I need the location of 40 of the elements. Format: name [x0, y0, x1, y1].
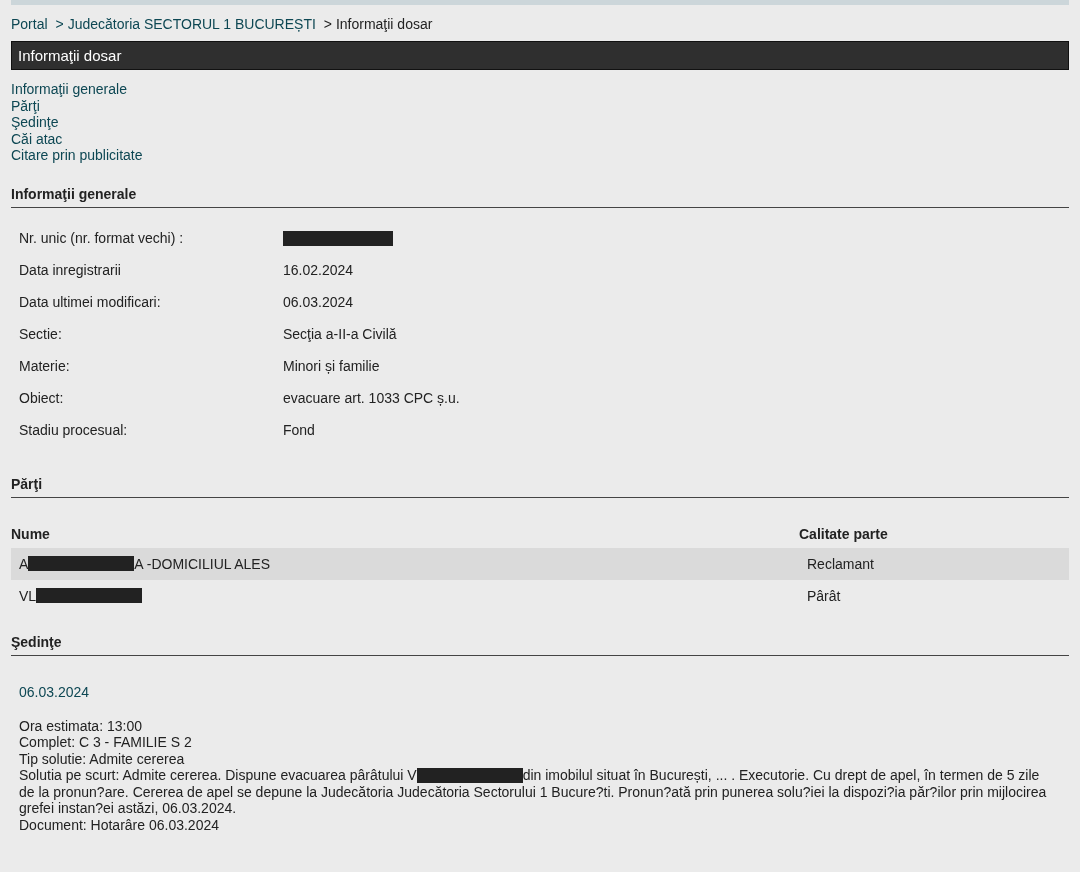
field-label: Data ultimei modificari:	[19, 293, 162, 312]
party-role: Pârât	[807, 587, 842, 604]
field-value: 16.02.2024	[283, 261, 354, 278]
party-role: Reclamant	[807, 555, 875, 572]
party-name: VL	[19, 587, 37, 604]
field-label: Obiect:	[19, 389, 65, 408]
party-name: A -DOMICILIUL ALES	[134, 555, 270, 572]
party-name: A	[19, 555, 29, 572]
hearing-detail: Tip solutie: Admite cererea	[19, 750, 185, 767]
field-value: Minori și familie	[283, 357, 380, 374]
field-label: Data inregistrarii	[19, 261, 122, 280]
section-link[interactable]: Părţi	[11, 97, 40, 114]
section-link[interactable]: Citare prin publicitate	[11, 147, 143, 164]
hearing-detail: Complet: C 3 - FAMILIE S 2	[19, 734, 192, 750]
field-label: Nr. unic (nr. format vechi) :	[19, 229, 185, 248]
breadcrumb-link[interactable]: > Judecătoria SECTORUL 1 BUCUREȘTI	[55, 16, 316, 32]
section-title: Informaţii generale	[11, 163, 1069, 208]
column-header: Nume	[11, 525, 51, 542]
hearing-detail: din imobilul situat în București, ... . Executorie. Cu drept de apel, în termen de 5 zile	[522, 767, 1040, 783]
section-title: Părţi	[11, 453, 1069, 498]
breadcrumb-current: > Informaţii dosar	[323, 16, 433, 32]
field-label: Materie:	[19, 357, 71, 376]
field-value: Fond	[283, 421, 315, 438]
hearing-date[interactable]: 06.03.2024	[19, 683, 1061, 700]
hearing-detail: Document: Hotarâre 06.03.2024	[19, 816, 219, 833]
field-label: Stadiu procesual:	[19, 421, 129, 440]
hearing-detail: Solutia pe scurt: Admite cererea. Dispune evacuarea pârâtului V	[19, 767, 417, 783]
hearing-detail: Ora estimata: 13:00	[19, 717, 142, 734]
section-link[interactable]: Informaţii generale	[11, 81, 127, 98]
page-header: Informaţii dosar	[11, 41, 1069, 70]
section-link[interactable]: Căi atac	[11, 130, 63, 147]
column-header: Calitate parte	[799, 525, 889, 542]
field-value: 06.03.2024	[283, 293, 354, 310]
section-link[interactable]: Şedinţe	[11, 114, 59, 131]
field-value: Secţia a-II-a Civilă	[283, 325, 397, 342]
breadcrumb-link[interactable]: Portal	[11, 16, 48, 32]
field-value: evacuare art. 1033 CPC ș.u.	[283, 389, 460, 406]
hearing-detail: de la pronun?are. Cererea de apel se depune la Judecătoria Judecătoria Sectorului 1 Bucure?ti. Pronun?ată prin punerea solu?iei la dispozi?ia păr?ilor prin mijlocirea grefei instan?ei astăzi, 06.03.2024.	[19, 783, 1047, 816]
section-title: Şedinţe	[11, 611, 1069, 656]
field-label: Sectie:	[19, 325, 63, 344]
